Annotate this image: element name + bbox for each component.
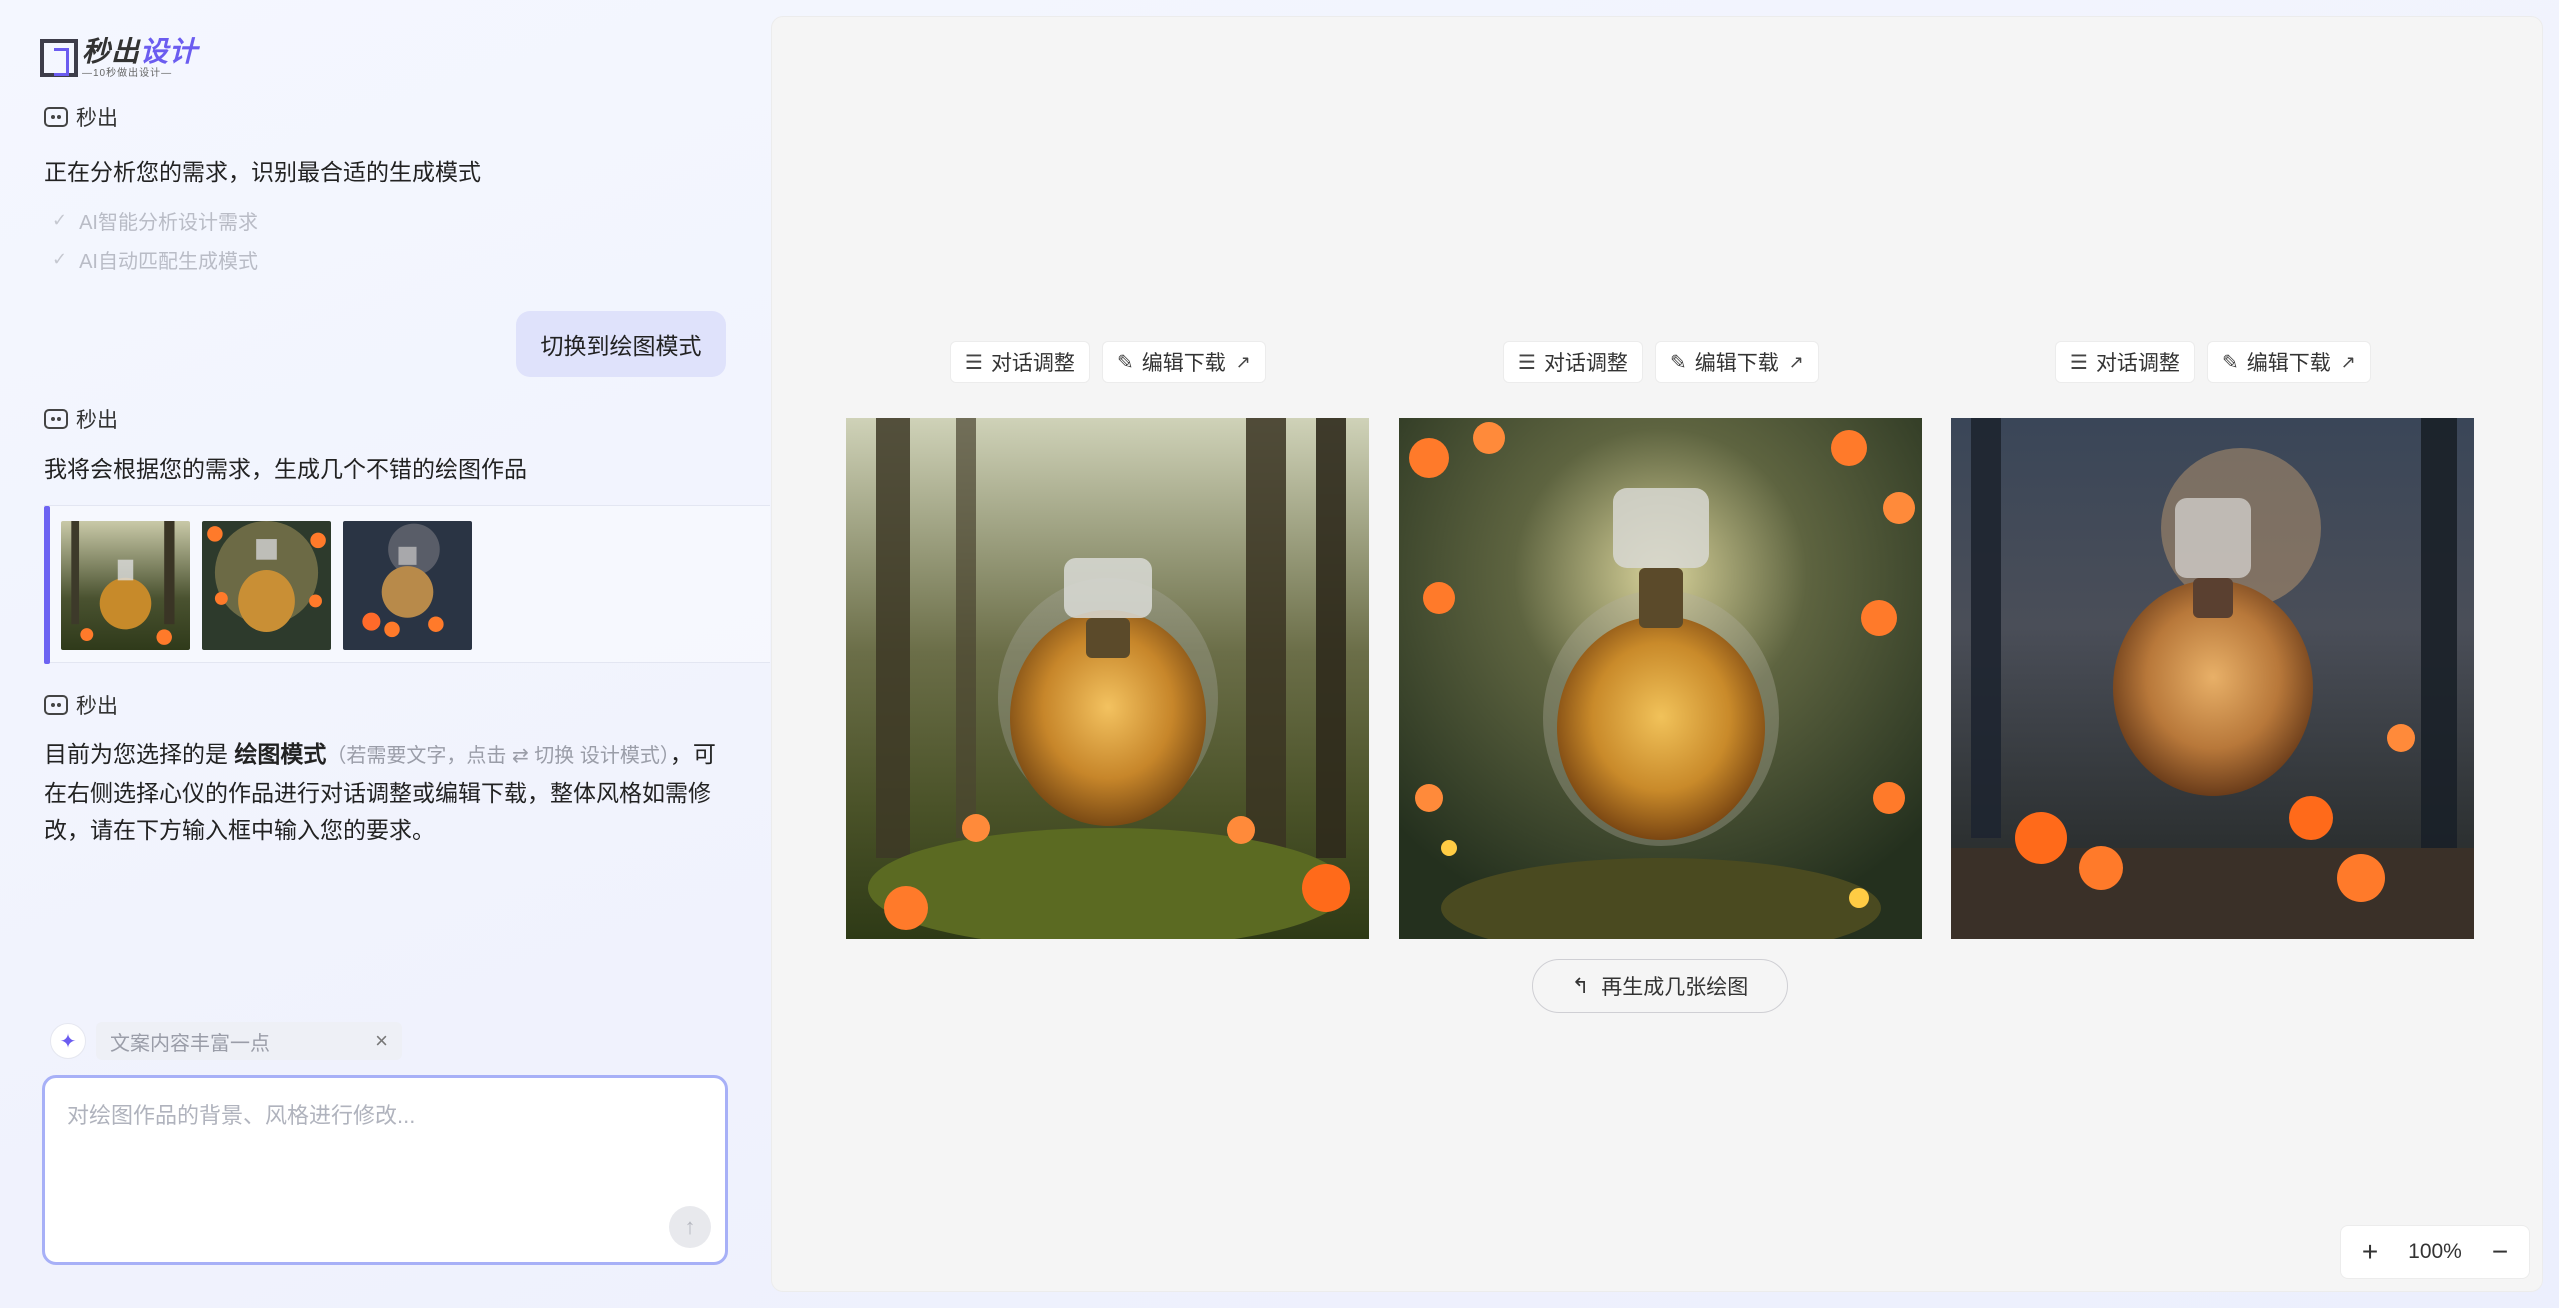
perfume-dark-forest-image xyxy=(343,521,472,650)
prompt-input-placeholder: 对绘图作品的背景、风格进行修改... xyxy=(67,1103,416,1128)
suggestion-chip[interactable]: 文案内容丰富一点 × xyxy=(96,1022,402,1060)
bot-header: 秒出 xyxy=(44,102,118,132)
bot-header: 秒出 xyxy=(44,404,118,434)
preview-canvas: ☰ 对话调整 ✎ 编辑下载 ↗ ☰ 对话调整 ✎ 编辑下载 ↗ ☰ 对话调整 ✎… xyxy=(771,16,2543,1292)
close-icon[interactable]: × xyxy=(375,1028,388,1054)
perfume-forest-image xyxy=(61,521,190,650)
mode-description: 目前为您选择的是 绘图模式（若需要文字，点击 ⇄ 切换 设计模式），可在右侧选择… xyxy=(44,736,724,849)
thumbnail-2[interactable] xyxy=(202,521,331,650)
user-message-bubble: 切换到绘图模式 xyxy=(516,311,726,377)
chat-edit-icon: ☰ xyxy=(965,351,983,374)
perfume-dark-forest-image xyxy=(1951,418,2474,939)
desc-mode: 绘图模式 xyxy=(234,741,327,767)
adjust-button[interactable]: ☰ 对话调整 xyxy=(950,341,1090,383)
check-item-label: AI智能分析设计需求 xyxy=(79,212,258,234)
suggestion-chip-text: 文案内容丰富一点 xyxy=(110,1032,270,1055)
bot-message: 我将会根据您的需求，生成几个不错的绘图作品 xyxy=(44,456,527,482)
check-item-label: AI自动匹配生成模式 xyxy=(79,251,258,273)
check-icon: ✓ xyxy=(52,210,68,230)
bot-header: 秒出 xyxy=(44,690,118,720)
thumbnail-1[interactable] xyxy=(61,521,190,650)
edit-download-button[interactable]: ✎ 编辑下载 ↗ xyxy=(1101,341,1266,383)
card-actions: ☰ 对话调整 ✎ 编辑下载 ↗ xyxy=(950,341,1266,383)
bot-name: 秒出 xyxy=(76,695,118,718)
chat-edit-icon: ☰ xyxy=(2070,351,2088,374)
generated-image-3[interactable] xyxy=(1951,418,2474,939)
logo-mark-icon xyxy=(40,39,78,77)
prompt-input[interactable]: 对绘图作品的背景、风格进行修改... ↑ xyxy=(42,1075,728,1265)
check-item: ✓ AI自动匹配生成模式 xyxy=(52,245,258,274)
card-actions: ☰ 对话调整 ✎ 编辑下载 ↗ xyxy=(1503,341,1819,383)
brand-logo[interactable]: 秒出设计 —10秒做出设计— xyxy=(40,36,198,80)
bot-icon xyxy=(44,409,68,429)
bot-message: 正在分析您的需求，识别最合适的生成模式 xyxy=(44,159,481,185)
suggestion-row: ✦ 文案内容丰富一点 × xyxy=(50,1022,402,1060)
adjust-button[interactable]: ☰ 对话调整 xyxy=(1503,341,1643,383)
edit-download-button[interactable]: ✎ 编辑下载 ↗ xyxy=(2206,341,2371,383)
external-link-icon: ↗ xyxy=(2340,351,2356,372)
adjust-button[interactable]: ☰ 对话调整 xyxy=(2055,341,2195,383)
sparkle-icon[interactable]: ✦ xyxy=(50,1023,86,1059)
edit-icon: ✎ xyxy=(1669,351,1687,374)
edit-icon: ✎ xyxy=(2221,351,2239,374)
check-item: ✓ AI智能分析设计需求 xyxy=(52,206,258,235)
desc-hint: （若需要文字，点击 ⇄ 切换 设计模式） xyxy=(326,745,670,767)
brand-tagline: —10秒做出设计— xyxy=(82,67,173,79)
perfume-forest-image xyxy=(846,418,1369,939)
chat-panel: 秒出设计 —10秒做出设计— 秒出 正在分析您的需求，识别最合适的生成模式 ✓ … xyxy=(0,0,770,1308)
generated-image-2[interactable] xyxy=(1399,418,1922,939)
bot-icon xyxy=(44,695,68,715)
perfume-flower-arch-image xyxy=(1399,418,1922,939)
zoom-control: + 100% − xyxy=(2340,1225,2530,1279)
edit-download-button[interactable]: ✎ 编辑下载 ↗ xyxy=(1654,341,1819,383)
send-arrow-icon[interactable]: ↑ xyxy=(669,1206,711,1248)
generated-image-1[interactable] xyxy=(846,418,1369,939)
zoom-in-button[interactable]: + xyxy=(2355,1236,2385,1268)
desc-prefix: 目前为您选择的是 xyxy=(44,741,235,767)
check-icon: ✓ xyxy=(52,249,68,269)
regenerate-button[interactable]: ↰ 再生成几张绘图 xyxy=(1532,959,1788,1013)
bot-name: 秒出 xyxy=(76,409,118,432)
card-actions: ☰ 对话调整 ✎ 编辑下载 ↗ xyxy=(2055,341,2371,383)
brand-name-part2: 设计 xyxy=(140,35,199,67)
zoom-level: 100% xyxy=(2408,1240,2462,1263)
bot-name: 秒出 xyxy=(76,107,118,130)
perfume-flower-arch-image xyxy=(202,521,331,650)
thumbnail-3[interactable] xyxy=(343,521,472,650)
zoom-out-button[interactable]: − xyxy=(2485,1236,2515,1268)
bot-icon xyxy=(44,107,68,127)
external-link-icon: ↗ xyxy=(1235,351,1251,372)
return-arrow-icon: ↰ xyxy=(1571,974,1590,998)
edit-icon: ✎ xyxy=(1116,351,1134,374)
external-link-icon: ↗ xyxy=(1788,351,1804,372)
brand-name-part1: 秒出 xyxy=(82,35,141,67)
thumbnail-strip xyxy=(44,505,770,664)
chat-edit-icon: ☰ xyxy=(1518,351,1536,374)
selection-bar xyxy=(44,506,50,664)
